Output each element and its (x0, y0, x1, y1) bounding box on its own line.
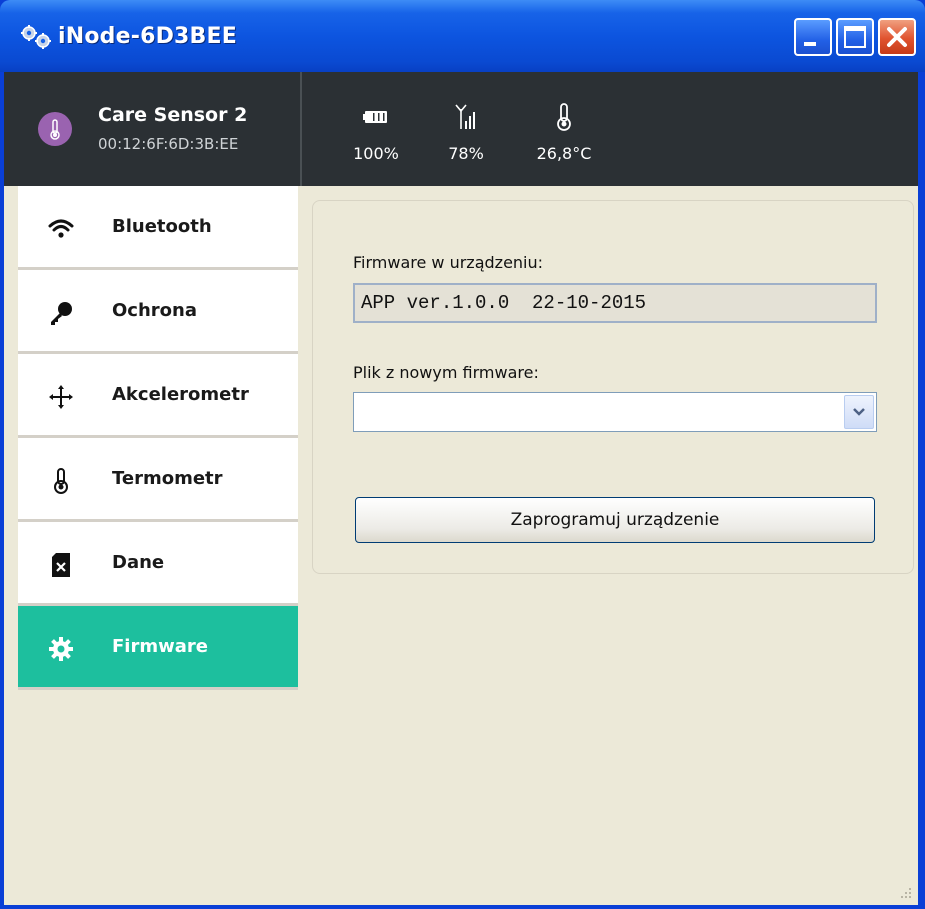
move-arrows-icon (46, 382, 76, 412)
temperature-value: 26,8°C (536, 144, 592, 163)
battery-stat: 100% (352, 102, 400, 163)
new-firmware-label: Plik z nowym firmware: (353, 363, 539, 382)
battery-value: 100% (353, 144, 399, 163)
header-divider (300, 72, 302, 186)
chevron-down-icon (853, 408, 865, 416)
gear-icon (46, 634, 76, 664)
thermometer-icon (50, 119, 60, 140)
sidebar-item-label: Akcelerometr (112, 384, 249, 405)
sidebar-item-termometr[interactable]: Termometr (18, 438, 298, 522)
close-button[interactable] (878, 18, 916, 56)
minimize-button[interactable] (794, 18, 832, 56)
device-header: Care Sensor 2 00:12:6F:6D:3B:EE 100% 78%… (4, 72, 918, 186)
sidebar-item-bluetooth[interactable]: Bluetooth (18, 186, 298, 270)
current-firmware-label: Firmware w urządzeniu: (353, 253, 544, 272)
battery-icon (363, 111, 387, 123)
sidebar-item-label: Ochrona (112, 300, 197, 321)
wifi-icon (46, 214, 76, 244)
signal-stat: 78% (442, 102, 490, 163)
device-mac: 00:12:6F:6D:3B:EE (98, 135, 239, 153)
sidebar-item-dane[interactable]: Dane (18, 522, 298, 606)
resize-grip-icon[interactable] (900, 887, 912, 899)
thermometer-icon (557, 103, 571, 131)
thermometer-icon (46, 466, 76, 496)
temperature-stat: 26,8°C (532, 102, 596, 163)
sidebar-item-label: Dane (112, 552, 165, 573)
client-area: Care Sensor 2 00:12:6F:6D:3B:EE 100% 78%… (4, 72, 918, 905)
close-icon (887, 27, 907, 47)
signal-icon (455, 104, 475, 129)
new-firmware-combo[interactable] (353, 392, 877, 432)
signal-value: 78% (448, 144, 484, 163)
maximize-icon (844, 26, 866, 48)
program-device-button[interactable]: Zaprogramuj urządzenie (355, 497, 875, 543)
sidebar-item-ochrona[interactable]: Ochrona (18, 270, 298, 354)
sidebar-item-label: Bluetooth (112, 216, 212, 237)
app-window: iNode-6D3BEE Care Sensor 2 00:12:6F:6D:3… (0, 0, 925, 909)
sidebar-item-label: Firmware (112, 636, 208, 657)
minimize-icon (804, 42, 816, 46)
key-icon (46, 298, 76, 328)
sd-card-icon (46, 550, 76, 580)
combo-dropdown-button[interactable] (844, 395, 874, 429)
title-bar[interactable]: iNode-6D3BEE (0, 0, 925, 72)
maximize-button[interactable] (836, 18, 874, 56)
device-avatar (38, 112, 72, 146)
firmware-panel: Firmware w urządzeniu: APP ver.1.0.0 22-… (312, 200, 914, 574)
sidebar-item-label: Termometr (112, 468, 223, 489)
sidebar-item-firmware[interactable]: Firmware (18, 606, 298, 690)
gears-icon (20, 24, 54, 50)
device-name: Care Sensor 2 (98, 104, 248, 126)
window-title: iNode-6D3BEE (58, 24, 237, 49)
current-firmware-field[interactable]: APP ver.1.0.0 22-10-2015 (353, 283, 877, 323)
sidebar-item-akcelerometr[interactable]: Akcelerometr (18, 354, 298, 438)
